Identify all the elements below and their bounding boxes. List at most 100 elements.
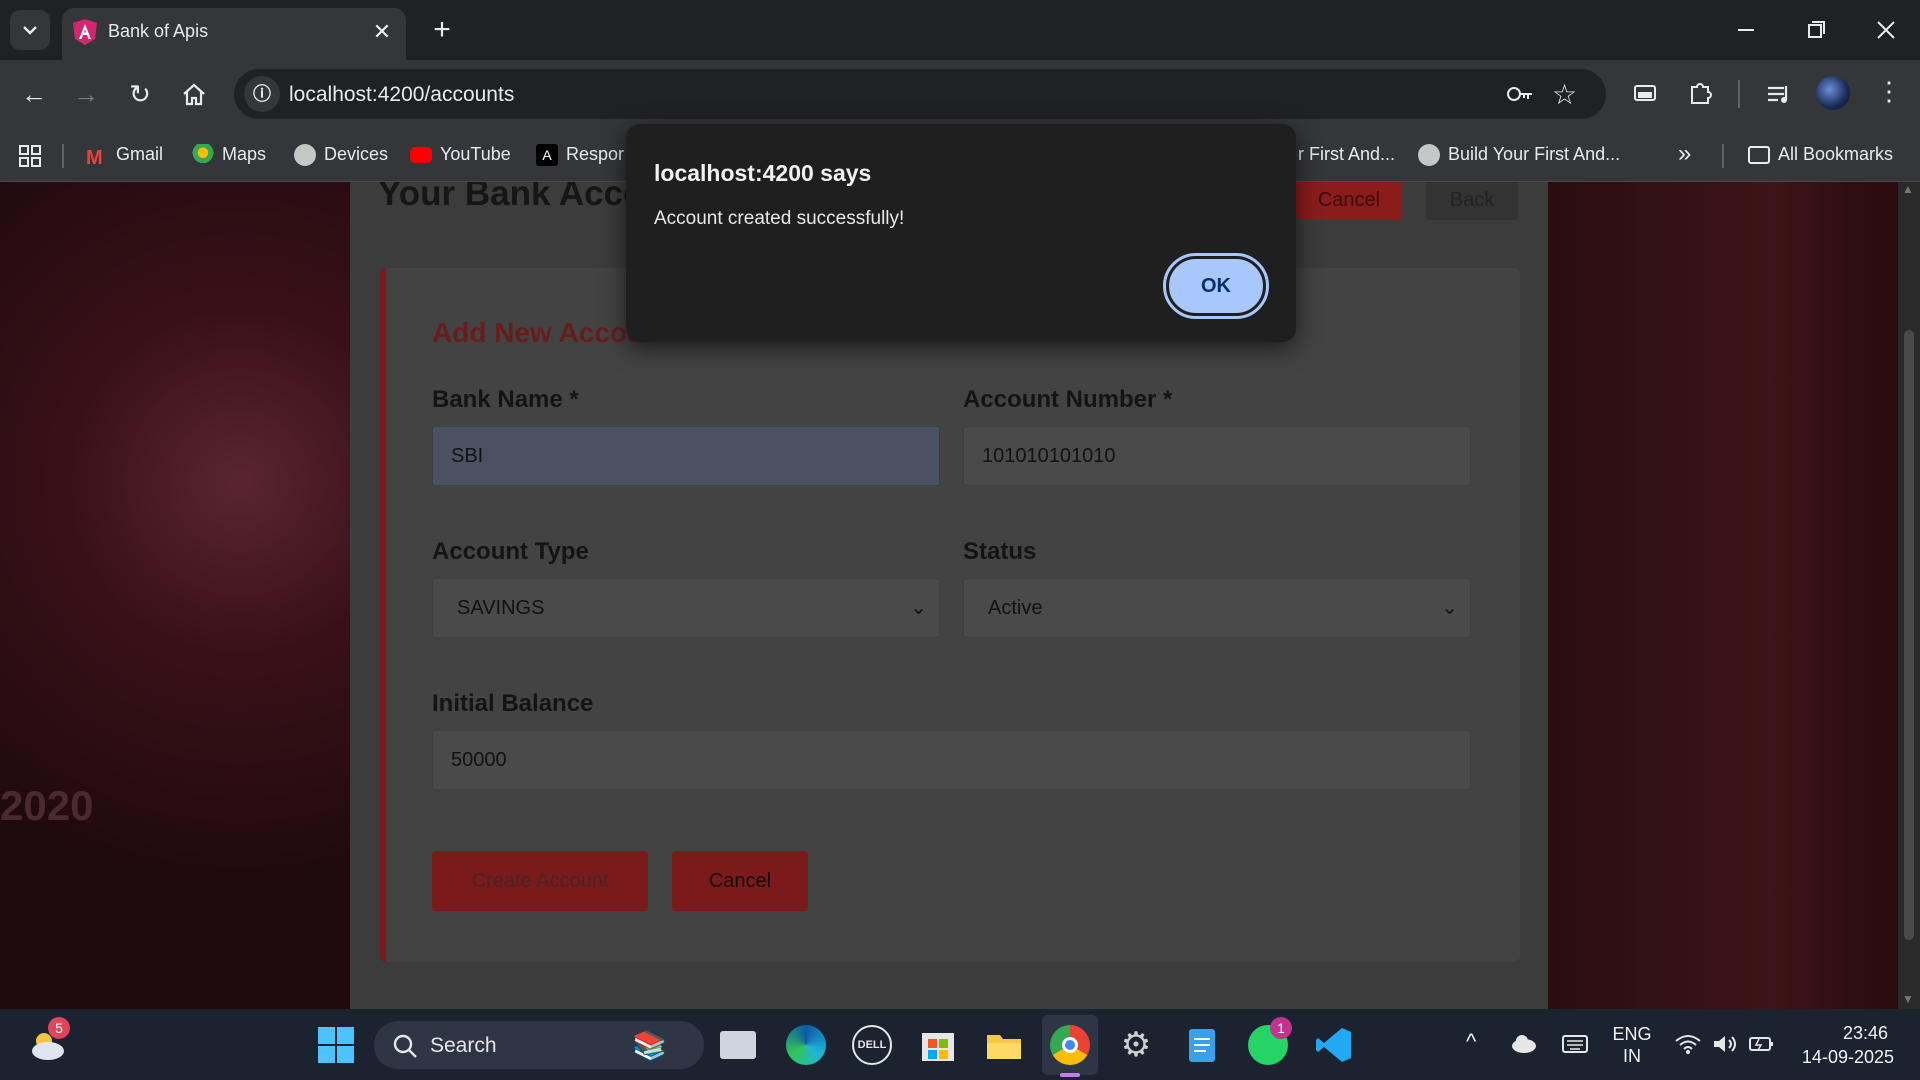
home-button[interactable]	[174, 74, 214, 114]
whatsapp-icon[interactable]: 1	[1248, 1017, 1292, 1065]
status-value: Active	[988, 597, 1043, 619]
account-number-input[interactable]: 101010101010	[963, 426, 1471, 486]
password-key-icon[interactable]	[1506, 82, 1534, 106]
bookmark-devices[interactable]: Devices	[294, 140, 388, 168]
account-type-select[interactable]: SAVINGS ⌄	[432, 578, 940, 638]
battery-icon[interactable]	[1748, 1033, 1776, 1055]
gmail-icon: M	[86, 147, 103, 170]
bank-name-input[interactable]: SBI	[432, 426, 940, 486]
scroll-up-icon[interactable]: ▲	[1902, 182, 1914, 196]
vscode-icon[interactable]	[1314, 1025, 1354, 1065]
scrollbar-thumb[interactable]	[1904, 330, 1914, 940]
background-text: 2020	[0, 782, 94, 829]
page-scrollbar[interactable]: ▲ ▼	[1898, 182, 1920, 1009]
site-info-icon[interactable]: ⓘ	[244, 76, 280, 112]
chrome-icon[interactable]	[1050, 1025, 1090, 1065]
initial-balance-input[interactable]: 50000	[432, 730, 1471, 790]
forward-button[interactable]: →	[66, 74, 106, 114]
bookmark-build-your-first[interactable]: Build Your First And...	[1418, 140, 1620, 168]
bookmark-respor[interactable]: A Respor	[536, 140, 624, 168]
scroll-down-icon[interactable]: ▼	[1902, 992, 1914, 1006]
toolbar-divider	[1738, 80, 1740, 108]
windows-start-icon[interactable]	[316, 1025, 356, 1065]
media-queue-icon[interactable]	[1764, 80, 1792, 108]
apps-grid-icon[interactable]	[18, 144, 42, 168]
onedrive-cloud-icon[interactable]	[1510, 1033, 1538, 1053]
more-bookmarks-icon[interactable]: »	[1678, 140, 1691, 168]
all-bookmarks-folder[interactable]: All Bookmarks	[1748, 140, 1893, 168]
settings-gear-icon[interactable]: ⚙	[1116, 1025, 1156, 1065]
top-cancel-button[interactable]: Cancel	[1296, 182, 1402, 220]
bookmarks-divider	[62, 144, 64, 168]
youtube-icon	[410, 147, 432, 164]
angular-logo-icon	[73, 19, 97, 45]
language-line2: IN	[1623, 1046, 1641, 1066]
search-highlight-icon: 📚	[632, 1030, 667, 1061]
dell-icon[interactable]: DELL	[852, 1025, 892, 1065]
bookmark-label: Build Your First And...	[1448, 144, 1621, 164]
account-number-label: Account Number *	[963, 386, 1173, 413]
keyboard-icon[interactable]	[1562, 1033, 1588, 1055]
clock-time: 23:46	[1842, 1023, 1888, 1043]
edge-icon[interactable]	[786, 1025, 826, 1065]
bookmark-youtube[interactable]: YouTube	[410, 140, 511, 168]
weather-widget[interactable]: 5	[26, 1017, 70, 1063]
bookmark-maps[interactable]: Maps	[192, 140, 266, 168]
minimize-button[interactable]	[1726, 10, 1766, 50]
windows-taskbar: 5 Search 📚 DELL ⚙ 1 ^ ENG IN 23:46 14-09…	[0, 1009, 1920, 1080]
globe-icon	[294, 144, 316, 167]
bookmark-first-and[interactable]: r First And...	[1298, 140, 1395, 168]
notepad-icon[interactable]	[1182, 1025, 1222, 1065]
task-view-icon[interactable]	[720, 1025, 760, 1065]
back-button[interactable]: Back	[1426, 182, 1518, 220]
back-button[interactable]: ←	[14, 74, 54, 114]
profile-avatar[interactable]	[1816, 76, 1850, 110]
close-window-button[interactable]	[1866, 10, 1906, 50]
bookmark-gmail[interactable]: M Gmail	[86, 140, 164, 170]
folder-icon	[1748, 146, 1770, 165]
create-account-button[interactable]: Create Account	[432, 851, 648, 911]
clock-date: 14-09-2025	[1801, 1047, 1894, 1067]
ok-button[interactable]: OK	[1163, 253, 1269, 319]
dialog-title: localhost:4200 says	[654, 160, 872, 186]
close-icon	[1877, 21, 1895, 39]
taskbar-search[interactable]: Search 📚	[374, 1021, 704, 1069]
new-tab-button[interactable]: +	[424, 12, 460, 48]
extensions-puzzle-icon[interactable]	[1686, 78, 1714, 106]
file-explorer-icon[interactable]	[984, 1025, 1024, 1065]
active-app-indicator	[1060, 1073, 1080, 1077]
angular-icon: A	[536, 144, 558, 167]
bookmark-label: Devices	[324, 144, 389, 164]
language-indicator[interactable]: ENG IN	[1604, 1023, 1660, 1067]
reload-button[interactable]: ↻	[120, 74, 160, 114]
search-icon	[393, 1034, 417, 1058]
status-select[interactable]: Active ⌄	[963, 578, 1471, 638]
show-hidden-icons-chevron-icon[interactable]: ^	[1466, 1029, 1476, 1055]
tab-title: Bank of Apis	[108, 21, 209, 41]
cancel-button[interactable]: Cancel	[672, 851, 808, 911]
browser-tab[interactable]: Bank of Apis ✕	[62, 8, 406, 60]
restore-button[interactable]	[1796, 10, 1836, 50]
account-type-value: SAVINGS	[457, 597, 545, 619]
wifi-icon[interactable]	[1674, 1033, 1702, 1055]
microsoft-store-icon[interactable]	[918, 1025, 958, 1065]
bookmark-star-icon[interactable]: ☆	[1552, 78, 1577, 111]
bookmark-label: Maps	[222, 144, 267, 164]
more-menu-icon[interactable]: ⋮	[1876, 76, 1902, 107]
volume-icon[interactable]	[1712, 1033, 1740, 1055]
globe-icon	[1418, 144, 1440, 167]
close-tab-icon[interactable]: ✕	[368, 18, 396, 46]
cast-icon[interactable]	[1632, 80, 1658, 106]
address-bar[interactable]: ⓘ localhost:4200/accounts ☆	[234, 69, 1606, 119]
reload-icon: ↻	[129, 79, 151, 109]
arrow-left-icon: ←	[21, 79, 47, 109]
alert-dialog: localhost:4200 says Account created succ…	[626, 124, 1296, 342]
maps-icon	[192, 144, 214, 167]
url-text: localhost:4200/accounts	[289, 83, 515, 106]
tab-strip: Bank of Apis ✕ +	[0, 0, 1920, 60]
status-label: Status	[963, 538, 1037, 565]
page-title: Your Bank Acco	[378, 182, 645, 213]
tab-search-button[interactable]	[10, 10, 50, 50]
bookmark-label: Gmail	[116, 144, 164, 164]
clock[interactable]: 23:46 14-09-2025	[1792, 1021, 1912, 1069]
